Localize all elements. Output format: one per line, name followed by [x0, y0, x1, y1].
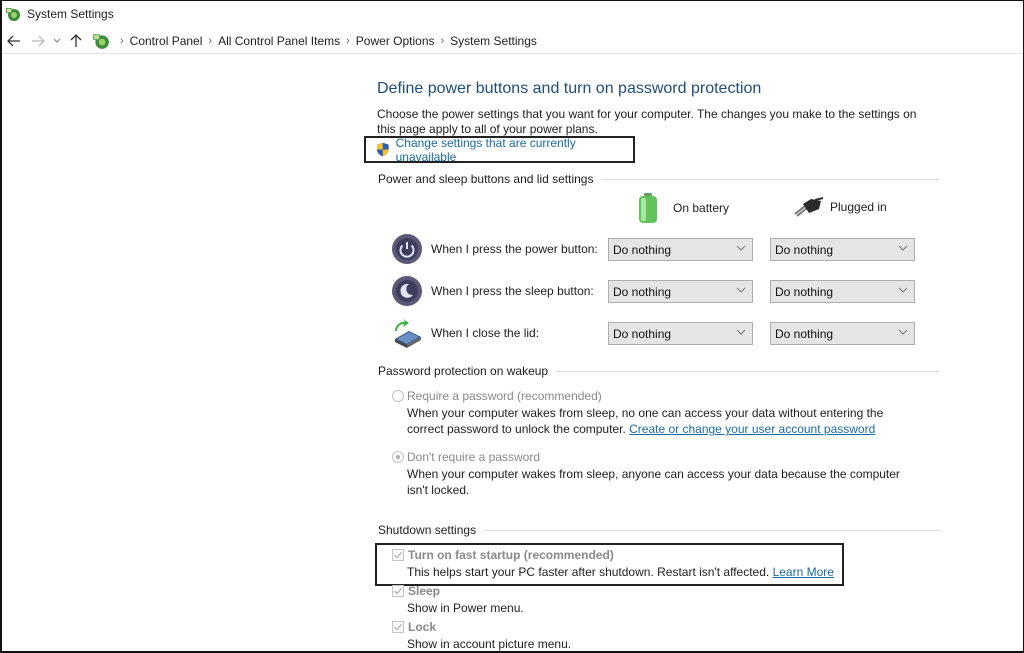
- lid-close-on-battery-dropdown[interactable]: Do nothing: [608, 322, 753, 345]
- checkmark-icon: [394, 588, 402, 595]
- breadcrumb-power-options[interactable]: Power Options: [356, 34, 435, 48]
- breadcrumb-separator-icon[interactable]: ›: [346, 35, 350, 47]
- no-password-radio[interactable]: [392, 451, 404, 463]
- title-bar: System Settings: [2, 0, 1022, 27]
- power-button-plugged-in-dropdown[interactable]: Do nothing: [770, 238, 915, 261]
- column-on-battery: On battery: [637, 192, 729, 224]
- arrow-left-icon: [7, 35, 20, 46]
- battery-icon: [639, 193, 657, 223]
- chevron-down-icon: [736, 245, 746, 251]
- breadcrumb-separator-icon[interactable]: ›: [120, 35, 124, 47]
- breadcrumb-control-panel[interactable]: Control Panel: [130, 34, 203, 48]
- fast-startup-checkbox[interactable]: [392, 549, 404, 561]
- lock-label[interactable]: Lock: [408, 620, 436, 634]
- lid-close-plugged-in-dropdown[interactable]: Do nothing: [770, 322, 915, 345]
- lock-description: Show in account picture menu.: [407, 637, 572, 651]
- window-title: System Settings: [27, 6, 114, 21]
- dropdown-value: Do nothing: [613, 284, 672, 299]
- no-password-label[interactable]: Don't require a password: [407, 450, 540, 464]
- dropdown-value: Do nothing: [775, 326, 834, 341]
- sleep-label[interactable]: Sleep: [408, 584, 440, 598]
- require-password-description: When your computer wakes from sleep, no …: [392, 405, 917, 437]
- chevron-down-icon: [898, 287, 908, 293]
- sleep-button-plugged-in-dropdown[interactable]: Do nothing: [770, 280, 915, 303]
- power-button-on-battery-dropdown[interactable]: Do nothing: [608, 238, 753, 261]
- chevron-down-icon: [898, 329, 908, 335]
- navigation-bar: › Control Panel › All Control Panel Item…: [2, 28, 1022, 54]
- password-section-heading: Password protection on wakeup: [378, 364, 939, 378]
- sleep-button-icon: [392, 276, 422, 306]
- change-settings-link[interactable]: Change settings that are currently unava…: [396, 136, 633, 164]
- up-button[interactable]: [64, 29, 88, 53]
- section-divider: [601, 178, 939, 180]
- require-password-option: Require a password (recommended) When yo…: [392, 388, 917, 437]
- sleep-checkbox[interactable]: [392, 585, 404, 597]
- dropdown-value: Do nothing: [613, 326, 672, 341]
- arrow-up-icon: [70, 33, 82, 47]
- lock-checkbox[interactable]: [392, 621, 404, 633]
- lid-close-row: When I close the lid:: [391, 317, 608, 349]
- forward-button[interactable]: [26, 29, 50, 53]
- address-bar[interactable]: › Control Panel › All Control Panel Item…: [92, 29, 537, 53]
- password-section-title: Password protection on wakeup: [378, 364, 549, 378]
- plugged-in-label: Plugged in: [830, 200, 887, 214]
- sleep-description: Show in Power menu.: [407, 601, 524, 615]
- breadcrumb-system-settings[interactable]: System Settings: [450, 34, 537, 48]
- require-password-radio[interactable]: [392, 390, 404, 402]
- power-section-heading: Power and sleep buttons and lid settings: [378, 172, 939, 186]
- breadcrumb-separator-icon[interactable]: ›: [441, 35, 445, 47]
- chevron-down-icon: [53, 38, 61, 43]
- no-password-description: When your computer wakes from sleep, any…: [407, 467, 900, 497]
- breadcrumb-separator-icon[interactable]: ›: [208, 35, 212, 47]
- sleep-option: Sleep Show in Power menu.: [392, 583, 524, 616]
- page-description: Choose the power settings that you want …: [377, 107, 917, 136]
- lid-close-label: When I close the lid:: [431, 326, 540, 340]
- column-plugged-in: Plugged in: [793, 196, 887, 218]
- require-password-label[interactable]: Require a password (recommended): [407, 389, 602, 403]
- sleep-button-row: When I press the sleep button:: [391, 275, 608, 307]
- create-password-link[interactable]: Create or change your user account passw…: [629, 422, 875, 436]
- on-battery-label: On battery: [673, 201, 730, 215]
- checkmark-icon: [394, 624, 402, 631]
- change-settings-highlight: Change settings that are currently unava…: [364, 136, 635, 164]
- fast-startup-label[interactable]: Turn on fast startup (recommended): [408, 548, 614, 562]
- uac-shield-icon: [376, 142, 389, 157]
- power-plug-icon: [794, 197, 824, 217]
- fast-startup-text: This helps start your PC faster after sh…: [407, 565, 770, 579]
- power-button-row: When I press the power button:: [391, 233, 608, 265]
- power-button-label: When I press the power button:: [431, 242, 598, 256]
- control-panel-icon: [6, 7, 20, 21]
- sleep-button-on-battery-dropdown[interactable]: Do nothing: [608, 280, 753, 303]
- chevron-down-icon: [736, 329, 746, 335]
- chevron-down-icon: [736, 287, 746, 293]
- chevron-down-icon: [898, 245, 908, 251]
- recent-locations-button[interactable]: [50, 29, 64, 53]
- power-button-icon: [392, 234, 422, 264]
- power-section-title: Power and sleep buttons and lid settings: [378, 172, 594, 186]
- section-divider: [484, 529, 939, 531]
- shutdown-section-title: Shutdown settings: [378, 523, 477, 537]
- fast-startup-option: Turn on fast startup (recommended) This …: [392, 547, 834, 580]
- checkmark-icon: [394, 552, 402, 559]
- main-content: Define power buttons and turn on passwor…: [364, 78, 942, 651]
- control-panel-icon: [93, 33, 109, 49]
- arrow-right-icon: [32, 35, 45, 46]
- sleep-button-label: When I press the sleep button:: [431, 284, 594, 298]
- fast-startup-description: This helps start your PC faster after sh…: [392, 564, 834, 580]
- section-divider: [556, 370, 939, 372]
- back-button[interactable]: [2, 29, 26, 53]
- page-title: Define power buttons and turn on passwor…: [377, 80, 762, 97]
- dropdown-value: Do nothing: [775, 242, 834, 257]
- learn-more-link[interactable]: Learn More: [773, 565, 834, 579]
- shutdown-section-heading: Shutdown settings: [378, 523, 939, 537]
- dropdown-value: Do nothing: [775, 284, 834, 299]
- breadcrumb-all-items[interactable]: All Control Panel Items: [218, 34, 340, 48]
- dropdown-value: Do nothing: [613, 242, 672, 257]
- laptop-lid-icon: [395, 319, 421, 348]
- no-password-option: Don't require a password When your compu…: [392, 449, 917, 498]
- lock-option: Lock Show in account picture menu.: [392, 619, 571, 652]
